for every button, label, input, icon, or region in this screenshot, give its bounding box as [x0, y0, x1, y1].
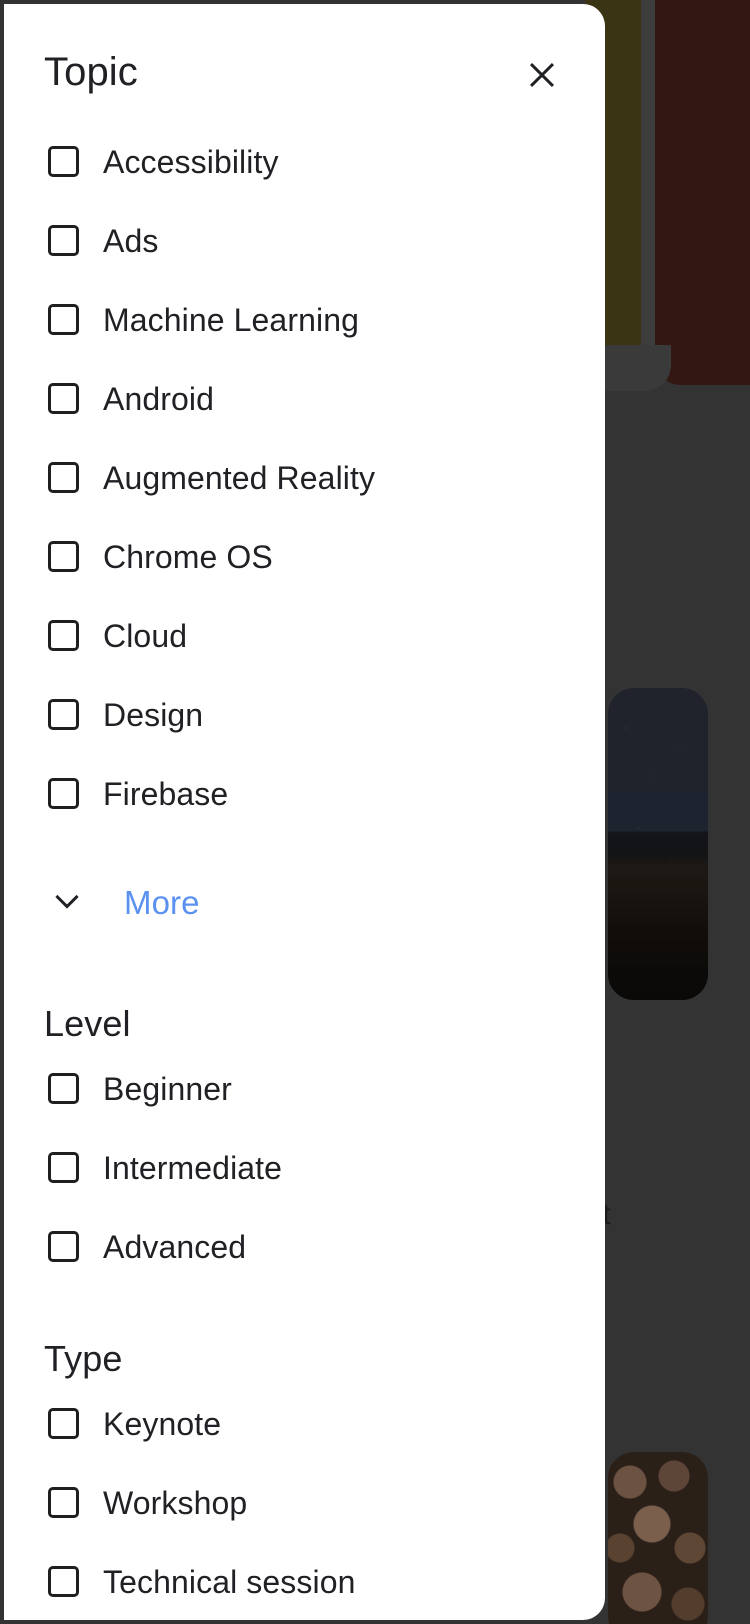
option-label: Workshop [103, 1484, 248, 1521]
checkbox[interactable] [48, 1231, 79, 1262]
topic-option-machine-learning[interactable]: Machine Learning [4, 280, 605, 359]
topic-option-accessibility[interactable]: Accessibility [4, 122, 605, 201]
checkbox[interactable] [48, 541, 79, 572]
option-label: Augmented Reality [103, 459, 376, 496]
option-label: Chrome OS [103, 538, 273, 575]
topic-option-firebase[interactable]: Firebase [4, 754, 605, 833]
checkbox[interactable] [48, 146, 79, 177]
type-section: Type Keynote Workshop Technical session [4, 1286, 605, 1620]
filter-list-scroll-area[interactable]: Accessibility Ads Machine Learning Andro… [4, 122, 605, 1620]
checkbox[interactable] [48, 699, 79, 730]
option-label: Beginner [103, 1070, 232, 1107]
level-option-advanced[interactable]: Advanced [4, 1207, 605, 1286]
level-option-beginner[interactable]: Beginner [4, 1049, 605, 1128]
background-photo-crowd[interactable] [608, 1452, 708, 1624]
screen: ze e it Topic Accessibility [0, 0, 750, 1624]
show-more-label: More [124, 884, 200, 921]
option-label: Keynote [103, 1405, 222, 1442]
level-section: Level Beginner Intermediate Advanced [4, 951, 605, 1286]
type-option-keynote[interactable]: Keynote [4, 1384, 605, 1463]
checkbox[interactable] [48, 383, 79, 414]
option-label: Advanced [103, 1228, 247, 1265]
option-label: Accessibility [103, 143, 279, 180]
background-card-maroon[interactable] [655, 0, 750, 385]
checkbox[interactable] [48, 620, 79, 651]
close-icon [525, 58, 559, 92]
checkbox[interactable] [48, 1408, 79, 1439]
chevron-down-icon [48, 882, 86, 925]
filter-panel: Topic Accessibility Ads Machine Learning… [4, 4, 605, 1620]
checkbox[interactable] [48, 1487, 79, 1518]
section-heading-level: Level [44, 1003, 131, 1044]
option-label: Machine Learning [103, 301, 359, 338]
section-heading-type: Type [44, 1338, 123, 1379]
checkbox[interactable] [48, 1566, 79, 1597]
option-label: Ads [103, 222, 159, 259]
type-option-workshop[interactable]: Workshop [4, 1463, 605, 1542]
background-card-divider [641, 0, 655, 360]
topic-option-ads[interactable]: Ads [4, 201, 605, 280]
checkbox[interactable] [48, 304, 79, 335]
checkbox[interactable] [48, 1152, 79, 1183]
topic-option-cloud[interactable]: Cloud [4, 596, 605, 675]
option-label: Cloud [103, 617, 188, 654]
close-button[interactable] [519, 52, 565, 98]
option-label: Intermediate [103, 1149, 283, 1186]
checkbox[interactable] [48, 225, 79, 256]
checkbox[interactable] [48, 778, 79, 809]
level-option-intermediate[interactable]: Intermediate [4, 1128, 605, 1207]
show-more-topics-button[interactable]: More [4, 855, 605, 951]
topic-section: Accessibility Ads Machine Learning Andro… [4, 122, 605, 951]
topic-option-chrome-os[interactable]: Chrome OS [4, 517, 605, 596]
topic-option-android[interactable]: Android [4, 359, 605, 438]
type-option-technical-session[interactable]: Technical session [4, 1542, 605, 1620]
page-title: Topic [44, 50, 138, 94]
checkbox[interactable] [48, 462, 79, 493]
option-label: Design [103, 696, 204, 733]
option-label: Technical session [103, 1563, 356, 1600]
topic-option-augmented-reality[interactable]: Augmented Reality [4, 438, 605, 517]
checkbox[interactable] [48, 1073, 79, 1104]
background-photo-night[interactable] [608, 688, 708, 1000]
panel-header: Topic [4, 4, 605, 122]
option-label: Android [103, 380, 214, 417]
topic-option-design[interactable]: Design [4, 675, 605, 754]
option-label: Firebase [103, 775, 229, 812]
